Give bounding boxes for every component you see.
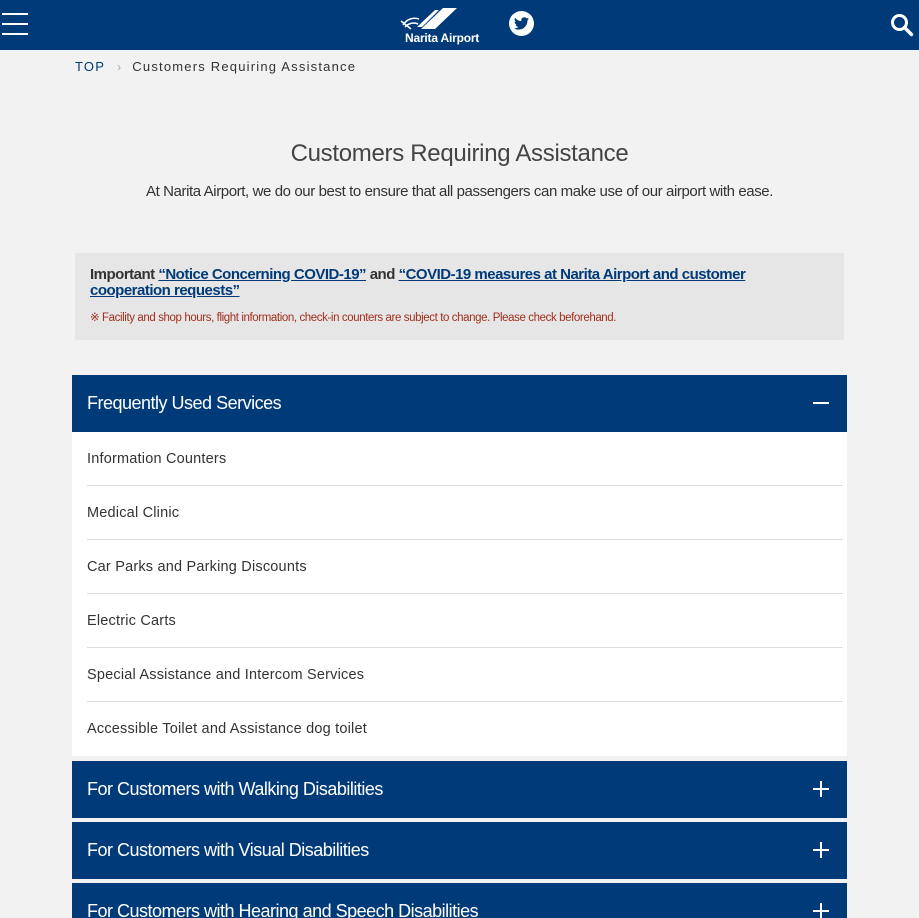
- narita-airport-logo[interactable]: Narita Airport: [397, 7, 499, 47]
- breadcrumb-current: Customers Requiring Assistance: [132, 59, 357, 74]
- accordion-title: For Customers with Walking Disabilities: [87, 779, 383, 799]
- logo-mark-icon: [400, 8, 457, 30]
- chevron-right-icon: ›: [117, 60, 123, 74]
- accordion-title: For Customers with Visual Disabilities: [87, 840, 369, 860]
- list-item-special-assistance[interactable]: Special Assistance and Intercom Services: [87, 648, 843, 702]
- accordion-hearing-speech-disabilities[interactable]: For Customers with Hearing and Speech Di…: [72, 883, 847, 918]
- search-icon[interactable]: [890, 13, 914, 37]
- plus-icon[interactable]: [812, 780, 830, 798]
- notice-text: Important “Notice Concerning COVID-19” a…: [90, 267, 829, 299]
- notice-prefix: Important: [90, 266, 159, 283]
- covid-notice: Important “Notice Concerning COVID-19” a…: [75, 253, 844, 340]
- accordion-panel-frequently-used-services: Information Counters Medical Clinic Car …: [72, 432, 847, 756]
- breadcrumb: TOP › Customers Requiring Assistance: [75, 59, 356, 77]
- accordion-title: Frequently Used Services: [87, 393, 282, 413]
- site-header: Narita Airport: [0, 0, 919, 50]
- breadcrumb-top-link[interactable]: TOP: [75, 59, 105, 74]
- logo-text: Narita Airport: [405, 31, 480, 45]
- page-title: Customers Requiring Assistance: [290, 140, 629, 167]
- notice-note: ※ Facility and shop hours, flight inform…: [90, 312, 617, 324]
- page-subtitle: At Narita Airport, we do our best to ens…: [145, 183, 774, 200]
- list-item-accessible-toilet[interactable]: Accessible Toilet and Assistance dog toi…: [87, 702, 843, 756]
- notice-conjunction: and: [366, 266, 399, 283]
- list-item-medical-clinic[interactable]: Medical Clinic: [87, 486, 843, 540]
- list-item-information-counters[interactable]: Information Counters: [87, 432, 843, 486]
- twitter-icon[interactable]: [509, 11, 534, 36]
- accordion-walking-disabilities[interactable]: For Customers with Walking Disabilities: [72, 761, 847, 818]
- hamburger-menu-icon[interactable]: [2, 11, 30, 37]
- covid-notice-link[interactable]: “Notice Concerning COVID-19”: [158, 266, 366, 283]
- plus-icon[interactable]: [812, 902, 830, 918]
- accordion-visual-disabilities[interactable]: For Customers with Visual Disabilities: [72, 822, 847, 879]
- accordion-frequently-used-services[interactable]: Frequently Used Services: [72, 375, 847, 432]
- plus-icon[interactable]: [812, 841, 830, 859]
- list-item-car-parks[interactable]: Car Parks and Parking Discounts: [87, 540, 843, 594]
- accordion-title: For Customers with Hearing and Speech Di…: [87, 901, 479, 918]
- minus-icon[interactable]: [812, 394, 830, 412]
- list-item-electric-carts[interactable]: Electric Carts: [87, 594, 843, 648]
